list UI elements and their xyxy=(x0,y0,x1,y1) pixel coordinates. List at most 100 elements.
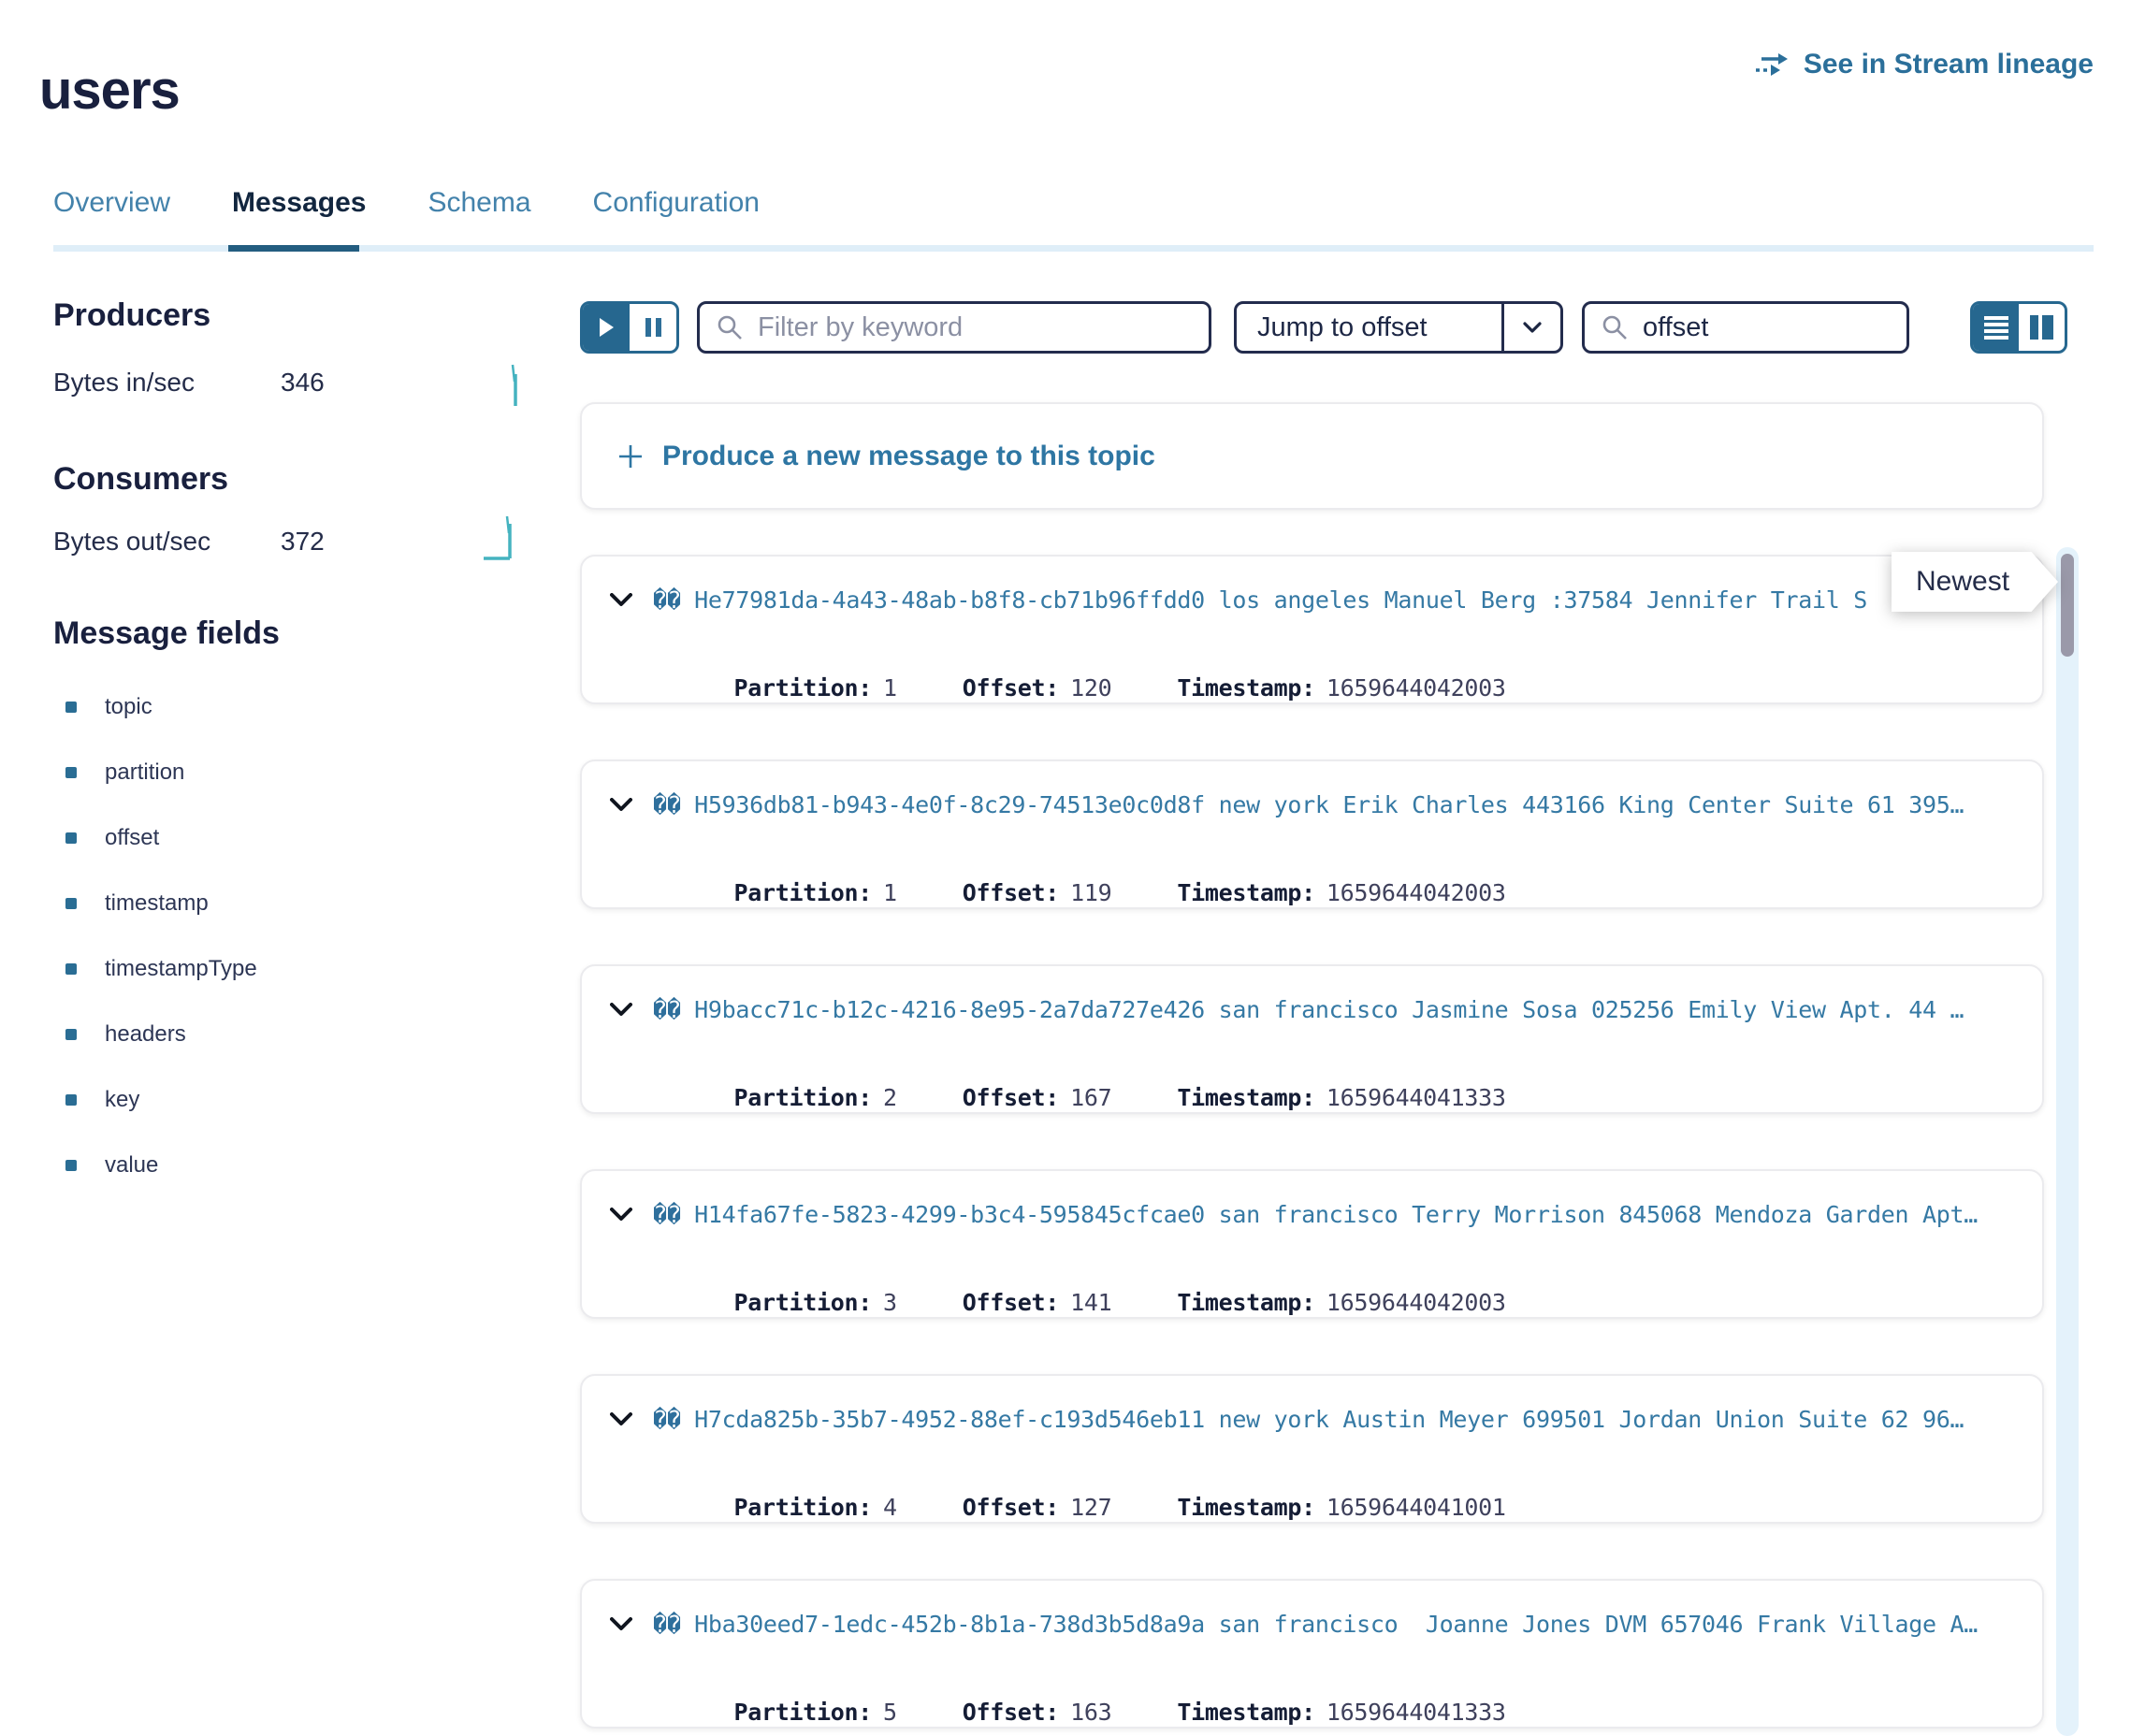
pause-button[interactable] xyxy=(630,304,676,351)
chevron-down-icon[interactable] xyxy=(610,1003,632,1017)
message-field-item[interactable]: key xyxy=(65,1087,257,1113)
view-toggle xyxy=(1970,301,2067,354)
chevron-down-icon[interactable] xyxy=(610,593,632,607)
message-row[interactable]: �� H14fa67fe-5823-4299-b3c4-595845cfcae0… xyxy=(580,1169,2044,1319)
bullet-icon xyxy=(65,1029,77,1040)
message-key: �� xyxy=(653,791,681,818)
jump-to-offset-select[interactable]: Jump to offset xyxy=(1234,301,1563,354)
bytes-out-sparkline xyxy=(483,513,522,561)
stream-lineage-link[interactable]: See in Stream lineage xyxy=(1755,49,2094,80)
message-summary-line: �� H14fa67fe-5823-4299-b3c4-595845cfcae0… xyxy=(610,1201,2020,1228)
offset-value: 119 xyxy=(1070,879,1111,906)
partition-label: Partition: xyxy=(734,674,873,702)
message-summary-line: �� H7cda825b-35b7-4952-88ef-c193d546eb11… xyxy=(610,1406,2020,1433)
chevron-down-icon[interactable] xyxy=(610,798,632,812)
message-row[interactable]: �� H9bacc71c-b12c-4216-8e95-2a7da727e426… xyxy=(580,964,2044,1114)
message-field-label: partition xyxy=(105,760,184,786)
tab-schema[interactable]: Schema xyxy=(428,187,530,243)
timestamp-value: 1659644041001 xyxy=(1326,1494,1506,1521)
partition-label: Partition: xyxy=(734,1494,873,1521)
jump-chevron-button[interactable] xyxy=(1501,304,1560,351)
message-value-preview: He77981da-4a43-48ab-b8f8-cb71b96ffdd0 lo… xyxy=(694,586,1867,614)
bytes-in-sparkline xyxy=(503,363,528,408)
partition-label: Partition: xyxy=(734,879,873,906)
message-field-item[interactable]: value xyxy=(65,1152,257,1179)
bytes-out-label: Bytes out/sec xyxy=(53,527,210,557)
producers-heading: Producers xyxy=(53,297,210,334)
message-field-item[interactable]: offset xyxy=(65,825,257,851)
filter-input[interactable] xyxy=(756,311,1209,344)
message-key: �� xyxy=(653,1406,681,1433)
timestamp-value: 1659644042003 xyxy=(1326,879,1506,906)
message-meta-line: Partition:2Offset:167Timestamp:165964404… xyxy=(651,1057,1506,1138)
timestamp-label: Timestamp: xyxy=(1177,1699,1315,1726)
message-summary-line: �� Hba30eed7-1edc-452b-8b1a-738d3b5d8a9a… xyxy=(610,1611,2020,1638)
message-field-item[interactable]: timestampType xyxy=(65,956,257,982)
list-view-icon xyxy=(1983,315,2009,340)
tab-overview[interactable]: Overview xyxy=(53,187,170,243)
bytes-in-label: Bytes in/sec xyxy=(53,368,195,398)
offset-search xyxy=(1582,301,1909,354)
offset-label: Offset: xyxy=(963,1494,1059,1521)
message-list: �� He77981da-4a43-48ab-b8f8-cb71b96ffdd0… xyxy=(580,555,2044,1729)
bytes-in-value: 346 xyxy=(281,368,325,398)
message-meta-line: Partition:4Offset:127Timestamp:165964404… xyxy=(651,1467,1506,1548)
consumers-heading: Consumers xyxy=(53,461,228,498)
tab-active-underline xyxy=(228,245,359,252)
message-field-item[interactable]: headers xyxy=(65,1021,257,1048)
lineage-link-label: See in Stream lineage xyxy=(1804,49,2094,80)
keyword-filter xyxy=(697,301,1211,354)
message-key: �� xyxy=(653,1201,681,1228)
message-row[interactable]: �� Hba30eed7-1edc-452b-8b1a-738d3b5d8a9a… xyxy=(580,1579,2044,1729)
chevron-down-icon[interactable] xyxy=(610,1412,632,1426)
partition-value: 1 xyxy=(883,879,897,906)
scrollbar[interactable] xyxy=(2056,547,2079,1736)
message-value-preview: H5936db81-b943-4e0f-8c29-74513e0c0d8f ne… xyxy=(694,791,1964,818)
timestamp-label: Timestamp: xyxy=(1177,674,1315,702)
scrollbar-thumb[interactable] xyxy=(2061,554,2074,657)
bullet-icon xyxy=(65,832,77,844)
partition-value: 3 xyxy=(883,1289,897,1316)
produce-message-button[interactable]: Produce a new message to this topic xyxy=(580,402,2044,510)
message-field-item[interactable]: partition xyxy=(65,760,257,786)
search-icon xyxy=(717,314,743,340)
message-field-label: offset xyxy=(105,825,159,851)
message-field-item[interactable]: topic xyxy=(65,694,257,720)
topic-page: users See in Stream lineage Overview Mes… xyxy=(0,0,2131,1736)
chevron-down-icon[interactable] xyxy=(610,1208,632,1222)
timestamp-label: Timestamp: xyxy=(1177,1084,1315,1111)
message-fields-heading: Message fields xyxy=(53,615,280,652)
message-value-preview: Hba30eed7-1edc-452b-8b1a-738d3b5d8a9a sa… xyxy=(694,1611,1978,1638)
offset-value: 163 xyxy=(1070,1699,1111,1726)
partition-value: 2 xyxy=(883,1084,897,1111)
newest-tooltip: Newest xyxy=(1892,552,2058,612)
bytes-out-value: 372 xyxy=(281,527,325,557)
bullet-icon xyxy=(65,898,77,909)
offset-search-input[interactable] xyxy=(1641,311,1997,344)
produce-message-label: Produce a new message to this topic xyxy=(662,441,1155,472)
message-key: �� xyxy=(653,996,681,1023)
tab-configuration[interactable]: Configuration xyxy=(593,187,760,243)
lineage-arrows-icon xyxy=(1755,51,1792,79)
tab-messages[interactable]: Messages xyxy=(232,187,366,243)
play-button[interactable] xyxy=(583,304,630,351)
message-value-preview: H14fa67fe-5823-4299-b3c4-595845cfcae0 sa… xyxy=(694,1201,1978,1228)
timestamp-value: 1659644041333 xyxy=(1326,1699,1506,1726)
bullet-icon xyxy=(65,1160,77,1171)
message-row[interactable]: �� H5936db81-b943-4e0f-8c29-74513e0c0d8f… xyxy=(580,760,2044,909)
message-meta-line: Partition:1Offset:119Timestamp:165964404… xyxy=(651,852,1506,933)
columns-view-button[interactable] xyxy=(2019,304,2065,351)
offset-value: 141 xyxy=(1070,1289,1111,1316)
jump-to-offset-label: Jump to offset xyxy=(1237,312,1501,343)
message-field-item[interactable]: timestamp xyxy=(65,890,257,917)
message-meta-line: Partition:1Offset:120Timestamp:165964404… xyxy=(651,647,1506,729)
chevron-down-icon[interactable] xyxy=(610,1617,632,1631)
message-row[interactable]: �� H7cda825b-35b7-4952-88ef-c193d546eb11… xyxy=(580,1374,2044,1524)
bullet-icon xyxy=(65,1094,77,1106)
message-fields-list: topic partition offset timestamp timesta… xyxy=(65,694,257,1179)
list-view-button[interactable] xyxy=(1973,304,2019,351)
chevron-down-icon xyxy=(1523,322,1542,334)
page-title: users xyxy=(39,59,180,122)
search-icon xyxy=(1602,314,1628,340)
message-row[interactable]: �� He77981da-4a43-48ab-b8f8-cb71b96ffdd0… xyxy=(580,555,2044,704)
